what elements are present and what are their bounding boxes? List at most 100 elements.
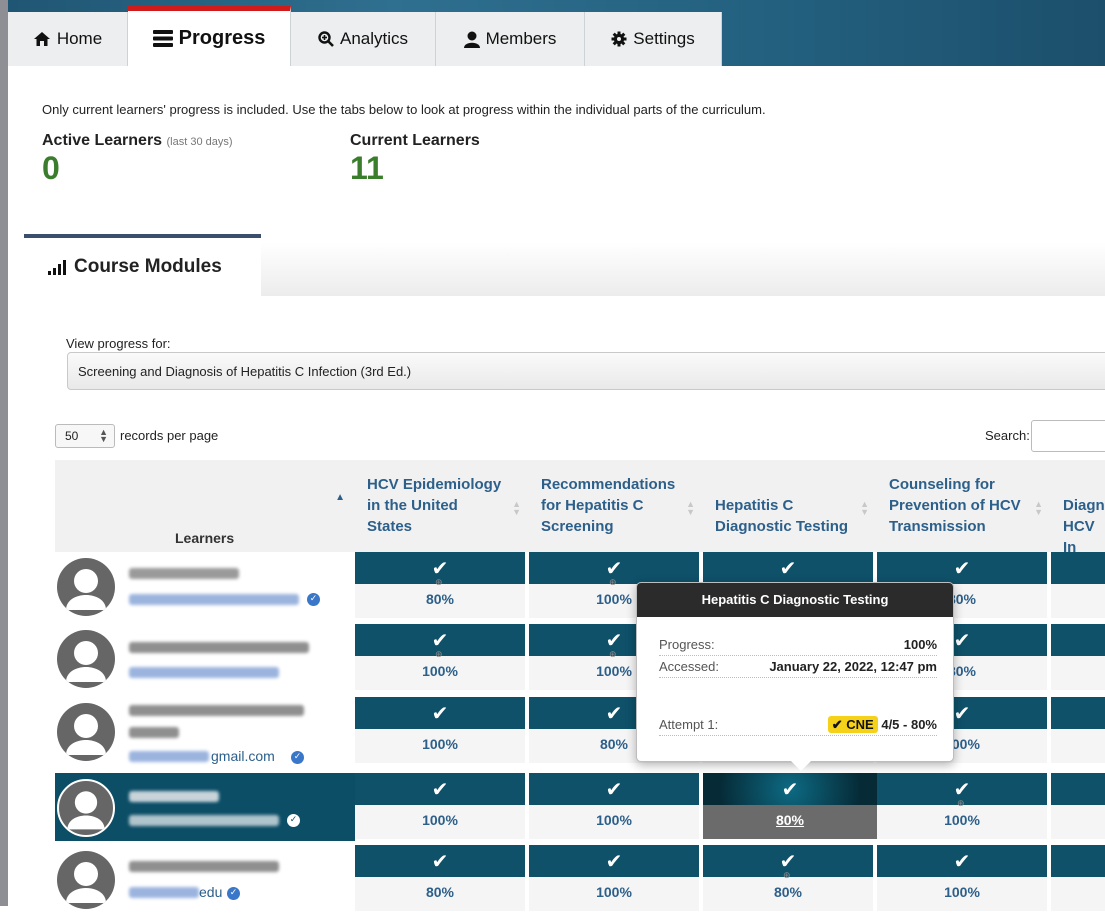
user-icon bbox=[463, 31, 480, 48]
check-icon: ✔ bbox=[355, 697, 525, 729]
learner-email-redacted bbox=[129, 667, 279, 678]
column-header-screening-recommendations[interactable]: Recommendations for Hepatitis C Screenin… bbox=[529, 460, 703, 552]
view-progress-select[interactable]: Screening and Diagnosis of Hepatitis C I… bbox=[67, 352, 1105, 390]
view-progress-selected: Screening and Diagnosis of Hepatitis C I… bbox=[78, 363, 412, 379]
popover-progress-value: 100% bbox=[903, 637, 937, 652]
progress-percent[interactable]: 100% bbox=[877, 805, 1047, 839]
progress-percent[interactable] bbox=[1051, 656, 1105, 690]
home-icon bbox=[33, 32, 50, 46]
progress-percent[interactable]: 100% bbox=[529, 805, 699, 839]
page: Home Progress Analytics Members Settings… bbox=[8, 0, 1105, 913]
check-icon: ✔ bbox=[877, 845, 1047, 877]
popover-accessed-label: Accessed: bbox=[659, 659, 719, 674]
progress-percent[interactable]: 80% bbox=[703, 805, 877, 839]
progress-popover: Hepatitis C Diagnostic Testing Progress:… bbox=[636, 582, 954, 771]
verified-check-icon: ✓ bbox=[227, 887, 240, 900]
popover-caret bbox=[791, 761, 811, 771]
search-label: Search: bbox=[985, 428, 1030, 443]
avatar bbox=[57, 703, 115, 761]
check-icon: ✔ bbox=[877, 552, 1047, 584]
column-header-learners[interactable]: Learners ▲ bbox=[55, 460, 355, 552]
progress-cell[interactable]: ✔ 80% bbox=[355, 845, 525, 913]
progress-percent[interactable]: 100% bbox=[355, 729, 525, 763]
tab-settings[interactable]: Settings bbox=[585, 12, 722, 66]
current-learners-value: 11 bbox=[350, 150, 384, 186]
progress-cell-partial[interactable] bbox=[1051, 845, 1105, 913]
plus-icon: ⊕ bbox=[609, 578, 617, 588]
learner-email-domain: gmail.com bbox=[211, 748, 275, 764]
column-header-diagnosis-partial[interactable]: Diagn HCV In bbox=[1051, 460, 1105, 552]
learner-name-redacted bbox=[129, 568, 239, 579]
active-learners-label: Active Learners (last 30 days) bbox=[42, 132, 233, 149]
learner-row[interactable]: edu ✓ bbox=[55, 845, 355, 913]
modules-tab-strip bbox=[261, 242, 1105, 296]
column-header-diagnostic-testing[interactable]: Hepatitis C Diagnostic Testing ▲ ▼ bbox=[703, 460, 877, 552]
updown-arrow-icon: ▲ ▼ bbox=[99, 427, 108, 444]
progress-cell-partial[interactable] bbox=[1051, 624, 1105, 692]
learner-row[interactable]: gmail.com ✓ bbox=[55, 697, 355, 765]
plus-icon: ⊕ bbox=[957, 799, 965, 809]
learner-email-redacted bbox=[129, 751, 209, 762]
popover-accessed-value: January 22, 2022, 12:47 pm bbox=[769, 659, 937, 674]
tab-analytics[interactable]: Analytics bbox=[291, 12, 436, 66]
sort-icon: ▲ ▼ bbox=[1034, 499, 1043, 517]
cell-bar bbox=[1051, 552, 1105, 584]
popover-attempt-value: 4/5 - 80% bbox=[881, 717, 937, 732]
tab-home-label: Home bbox=[56, 29, 103, 48]
avatar bbox=[57, 851, 115, 909]
learner-name-redacted bbox=[129, 705, 304, 716]
progress-percent[interactable] bbox=[1051, 729, 1105, 763]
progress-cell[interactable]: ✔ 100% ⊕ bbox=[355, 624, 525, 692]
progress-cell[interactable]: ✔ 100% bbox=[877, 845, 1047, 913]
progress-percent[interactable]: 80% bbox=[355, 584, 525, 618]
progress-cell-partial[interactable] bbox=[1051, 773, 1105, 841]
gear-icon bbox=[611, 31, 627, 47]
tab-progress[interactable]: Progress bbox=[128, 6, 291, 66]
progress-cell-partial[interactable] bbox=[1051, 552, 1105, 620]
tab-home[interactable]: Home bbox=[8, 12, 128, 66]
tab-members[interactable]: Members bbox=[436, 12, 585, 66]
learner-row[interactable] bbox=[55, 624, 355, 692]
learner-name-redacted bbox=[129, 642, 309, 653]
progress-cell[interactable]: ✔ 100% ⊕ bbox=[877, 773, 1047, 841]
top-nav: Home Progress Analytics Members Settings bbox=[8, 0, 1105, 66]
popover-title: Hepatitis C Diagnostic Testing bbox=[637, 583, 953, 617]
magnifier-icon bbox=[318, 31, 334, 47]
search-input[interactable] bbox=[1031, 420, 1105, 452]
learner-row-selected[interactable]: ✓ bbox=[55, 773, 355, 841]
plus-icon: ⊕ bbox=[609, 650, 617, 660]
progress-cell[interactable]: ✔ 100% bbox=[529, 773, 699, 841]
check-icon: ✔ bbox=[355, 773, 525, 805]
progress-percent[interactable]: 100% bbox=[355, 805, 525, 839]
sort-icon: ▲ ▼ bbox=[860, 499, 869, 517]
column-header-counseling[interactable]: Counseling for Prevention of HCV Transmi… bbox=[877, 460, 1051, 552]
learner-name-redacted bbox=[129, 727, 179, 738]
progress-percent[interactable] bbox=[1051, 805, 1105, 839]
progress-cell[interactable]: ✔ 100% bbox=[355, 697, 525, 765]
records-per-page-label: records per page bbox=[120, 428, 219, 443]
tab-course-modules-label: Course Modules bbox=[74, 256, 222, 277]
window-edge bbox=[0, 0, 8, 906]
plus-icon: ⊕ bbox=[783, 871, 791, 881]
check-icon: ✔ bbox=[703, 773, 877, 805]
column-header-hcv-epidemiology[interactable]: HCV Epidemiology in the United States ▲ ▼ bbox=[355, 460, 529, 552]
sort-icon: ▲ ▼ bbox=[512, 499, 521, 517]
records-per-page-value: 50 bbox=[65, 429, 79, 443]
tab-course-modules[interactable]: Course Modules bbox=[24, 234, 261, 296]
cell-bar bbox=[1051, 773, 1105, 805]
progress-cell-hovered[interactable]: ✔ 80% bbox=[703, 773, 877, 841]
progress-cell[interactable]: ✔ 80% ⊕ bbox=[355, 552, 525, 620]
progress-cell[interactable]: ✔ 100% bbox=[529, 845, 699, 913]
popover-accessed-row: Accessed: January 22, 2022, 12:47 pm bbox=[659, 657, 937, 678]
progress-cell[interactable]: ✔ 100% bbox=[355, 773, 525, 841]
progress-cell-partial[interactable] bbox=[1051, 697, 1105, 765]
progress-percent[interactable]: 100% bbox=[355, 656, 525, 690]
records-per-page-select[interactable]: 50 ▲ ▼ bbox=[55, 424, 115, 448]
progress-percent[interactable] bbox=[1051, 584, 1105, 618]
popover-attempt-row: Attempt 1: ✔ CNE 4/5 - 80% bbox=[659, 715, 937, 736]
popover-progress-label: Progress: bbox=[659, 637, 715, 652]
tab-analytics-label: Analytics bbox=[339, 29, 409, 48]
tab-settings-label: Settings bbox=[633, 29, 695, 48]
progress-cell[interactable]: ✔ 80% ⊕ bbox=[703, 845, 873, 913]
learner-row[interactable]: ✓ bbox=[55, 552, 355, 620]
